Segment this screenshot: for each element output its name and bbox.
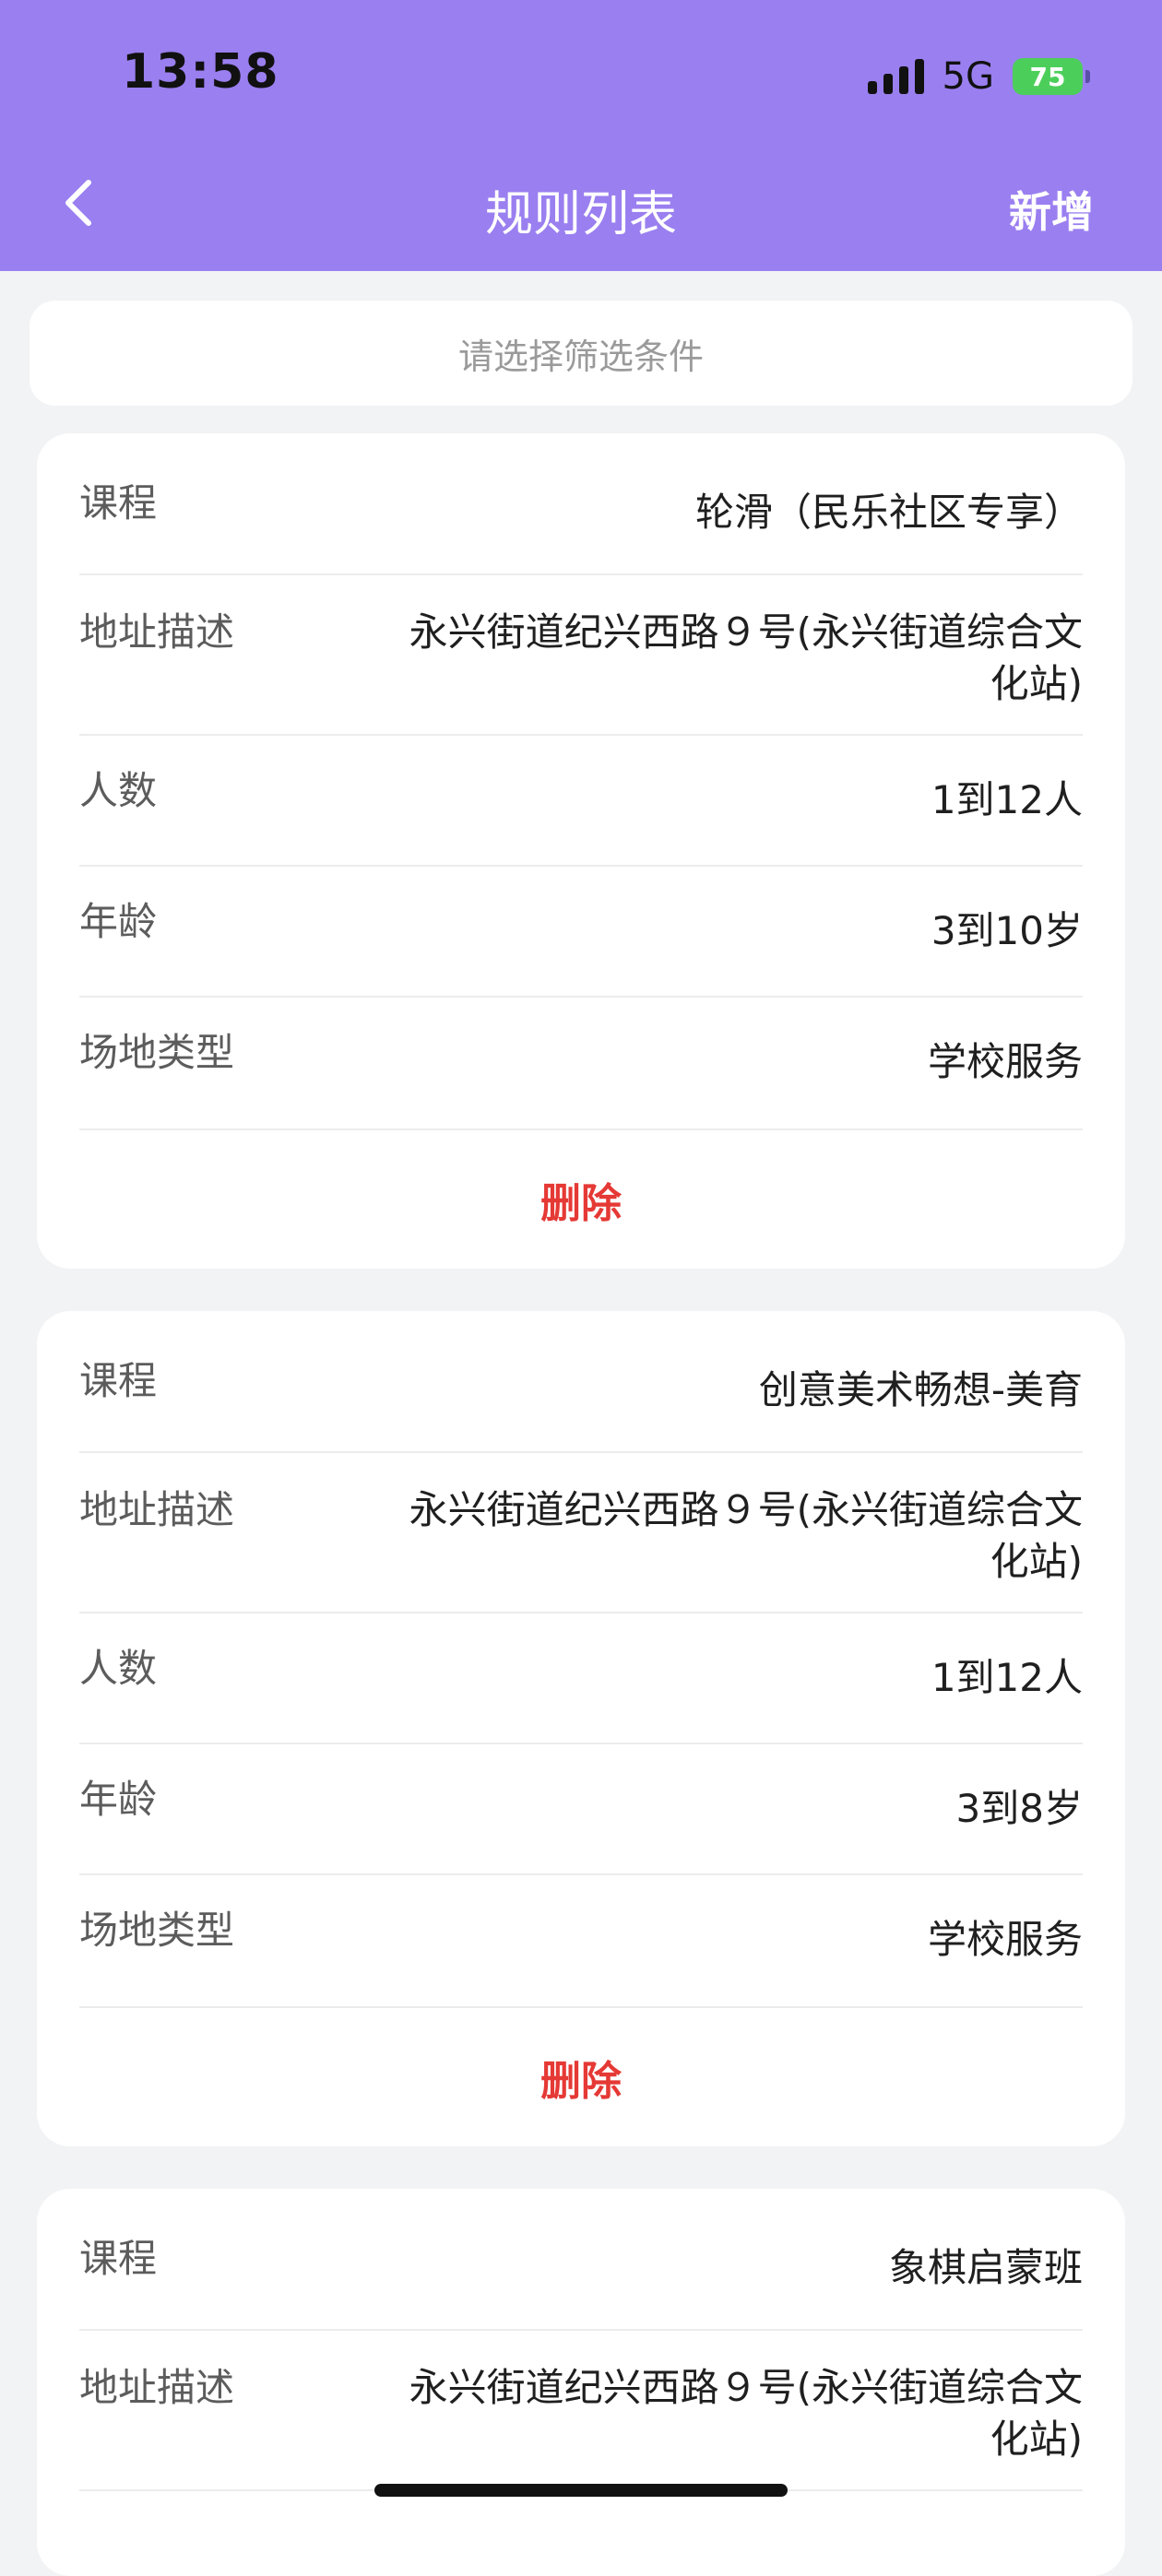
- address-label: 地址描述: [79, 2365, 235, 2410]
- course-label: 课程: [79, 2236, 158, 2281]
- people-row: 人数 1到12人: [79, 736, 1083, 867]
- cellular-signal-icon: [867, 59, 924, 94]
- add-button[interactable]: 新增: [1009, 179, 1094, 240]
- venue-value: 学校服务: [927, 1917, 1083, 1962]
- address-row: 地址描述 永兴街道纪兴西路９号(永兴街道综合文化站): [79, 2331, 1083, 2491]
- address-label: 地址描述: [79, 609, 235, 655]
- network-type: 5G: [942, 55, 994, 98]
- age-label: 年龄: [79, 1777, 158, 1822]
- battery-level: 75: [1029, 61, 1066, 92]
- people-label: 人数: [79, 1646, 158, 1691]
- delete-label: 删除: [540, 2058, 622, 2105]
- people-row: 人数 1到12人: [79, 1613, 1083, 1744]
- course-label: 课程: [79, 480, 158, 526]
- people-label: 人数: [79, 768, 158, 813]
- age-label: 年龄: [79, 899, 158, 944]
- page-title: 规则列表: [484, 187, 677, 242]
- filter-selector[interactable]: 请选择筛选条件: [30, 301, 1132, 406]
- venue-row: 场地类型 学校服务: [79, 1875, 1083, 2008]
- status-icons: 5G 75: [867, 55, 1090, 98]
- age-value: 3到8岁: [955, 1786, 1083, 1831]
- venue-row: 场地类型 学校服务: [79, 998, 1083, 1130]
- age-row: 年龄 3到10岁: [79, 867, 1083, 998]
- address-value: 永兴街道纪兴西路９号(永兴街道综合文化站): [409, 2365, 1083, 2462]
- people-value: 1到12人: [931, 1655, 1083, 1700]
- delete-button[interactable]: 删除: [37, 2008, 1125, 2146]
- address-value: 永兴街道纪兴西路９号(永兴街道综合文化站): [409, 1487, 1083, 1584]
- age-value: 3到10岁: [931, 908, 1083, 953]
- venue-label: 场地类型: [79, 1030, 235, 1075]
- course-value: 象棋启蒙班: [888, 2245, 1083, 2290]
- people-value: 1到12人: [931, 777, 1083, 822]
- delete-button[interactable]: 删除: [37, 1130, 1125, 1269]
- course-row: 课程 创意美术畅想-美育: [79, 1311, 1083, 1453]
- course-row: 课程 轮滑（民乐社区专享）: [79, 433, 1083, 575]
- course-label: 课程: [79, 1358, 158, 1403]
- battery-icon: 75: [1013, 58, 1090, 95]
- rule-card: 课程 轮滑（民乐社区专享） 地址描述 永兴街道纪兴西路９号(永兴街道综合文化站)…: [37, 433, 1125, 1269]
- rule-card: 课程 象棋启蒙班 地址描述 永兴街道纪兴西路９号(永兴街道综合文化站): [37, 2189, 1125, 2576]
- home-indicator[interactable]: [374, 2484, 788, 2497]
- venue-value: 学校服务: [927, 1039, 1083, 1084]
- course-value: 轮滑（民乐社区专享）: [694, 490, 1083, 535]
- address-row: 地址描述 永兴街道纪兴西路９号(永兴街道综合文化站): [79, 575, 1083, 736]
- app-header: 13:58 5G 75 规则列表 新增: [0, 0, 1162, 271]
- filter-placeholder: 请选择筛选条件: [457, 336, 704, 377]
- venue-label: 场地类型: [79, 1908, 235, 1953]
- age-row: 年龄 3到8岁: [79, 1744, 1083, 1875]
- address-row: 地址描述 永兴街道纪兴西路９号(永兴街道综合文化站): [79, 1453, 1083, 1613]
- delete-label: 删除: [540, 1180, 622, 1227]
- course-value: 创意美术畅想-美育: [758, 1367, 1083, 1412]
- course-row: 课程 象棋启蒙班: [79, 2189, 1083, 2331]
- rule-card: 课程 创意美术畅想-美育 地址描述 永兴街道纪兴西路９号(永兴街道综合文化站) …: [37, 1311, 1125, 2146]
- address-value: 永兴街道纪兴西路９号(永兴街道综合文化站): [409, 609, 1083, 706]
- status-time: 13:58: [122, 44, 279, 100]
- address-label: 地址描述: [79, 1487, 235, 1532]
